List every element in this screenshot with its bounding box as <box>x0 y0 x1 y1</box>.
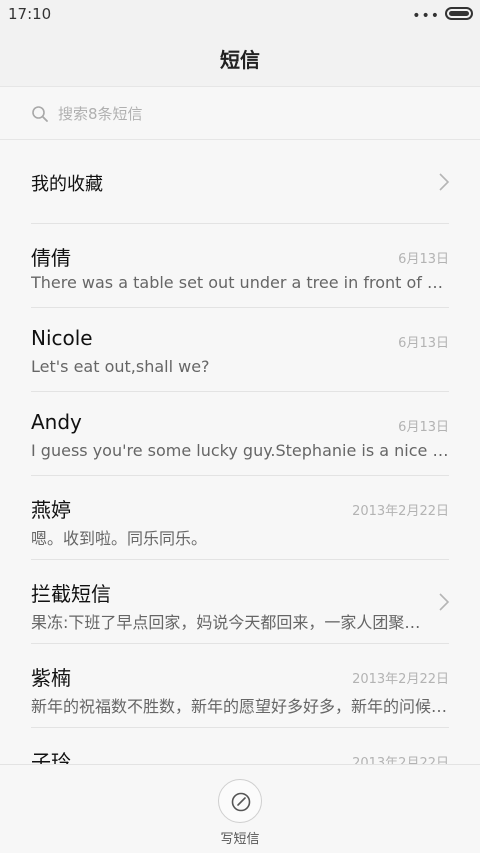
conversation-row[interactable]: 子玲 2013年2月22日 <box>0 728 480 764</box>
conversation-list: 我的收藏 倩倩 6月13日 There was a table set out … <box>0 140 480 764</box>
contact-name: Nicole <box>31 326 93 350</box>
message-snippet: 新年的祝福数不胜数，新年的愿望好多好多，新年的问候送给你 <box>31 697 449 716</box>
compose-label: 写短信 <box>220 832 260 847</box>
compose-button[interactable] <box>218 779 262 823</box>
chevron-right-icon <box>439 173 450 191</box>
message-date: 2013年2月22日 <box>352 756 449 764</box>
message-date: 6月13日 <box>398 252 449 267</box>
message-snippet: 果冻:下班了早点回家，妈说今天都回来，一家人团聚过年吧 <box>31 613 435 632</box>
contact-name: 燕婷 <box>31 498 71 522</box>
conversation-row[interactable]: Andy 6月13日 I guess you're some lucky guy… <box>0 392 480 476</box>
search-input[interactable] <box>58 101 448 127</box>
bottom-bar: 写短信 <box>0 764 480 853</box>
message-date: 6月13日 <box>398 420 449 435</box>
search-bar[interactable] <box>0 86 480 140</box>
contact-name: 紫楠 <box>31 666 71 690</box>
message-date: 6月13日 <box>398 336 449 351</box>
conversation-row[interactable]: 燕婷 2013年2月22日 嗯。收到啦。同乐同乐。 <box>0 476 480 560</box>
chevron-right-icon <box>439 593 450 611</box>
conversation-row[interactable]: 紫楠 2013年2月22日 新年的祝福数不胜数，新年的愿望好多好多，新年的问候送… <box>0 644 480 728</box>
message-snippet: 嗯。收到啦。同乐同乐。 <box>31 529 208 548</box>
notification-dots-icon: ••• <box>412 8 440 24</box>
favorites-label: 我的收藏 <box>31 174 103 195</box>
status-bar: 17:10 ••• <box>0 0 480 28</box>
contact-name: 子玲 <box>31 750 71 764</box>
message-date: 2013年2月22日 <box>352 672 449 687</box>
search-icon <box>32 106 48 122</box>
status-time: 17:10 <box>8 5 52 23</box>
contact-name: Andy <box>31 410 82 434</box>
battery-icon <box>445 7 473 20</box>
message-snippet: There was a table set out under a tree i… <box>31 273 449 292</box>
conversation-row[interactable]: 倩倩 6月13日 There was a table set out under… <box>0 224 480 308</box>
page-title: 短信 <box>220 48 260 72</box>
message-date: 2013年2月22日 <box>352 504 449 519</box>
blocked-messages-row[interactable]: 拦截短信 果冻:下班了早点回家，妈说今天都回来，一家人团聚过年吧 <box>0 560 480 644</box>
message-snippet: I guess you're some lucky guy.Stephanie … <box>31 441 449 460</box>
header: 短信 <box>0 28 480 86</box>
contact-name: 拦截短信 <box>31 582 111 606</box>
contact-name: 倩倩 <box>31 246 71 270</box>
message-snippet: Let's eat out,shall we? <box>31 357 210 376</box>
compose-icon <box>231 792 251 812</box>
conversation-row[interactable]: Nicole 6月13日 Let's eat out,shall we? <box>0 308 480 392</box>
favorites-row[interactable]: 我的收藏 <box>0 140 480 224</box>
